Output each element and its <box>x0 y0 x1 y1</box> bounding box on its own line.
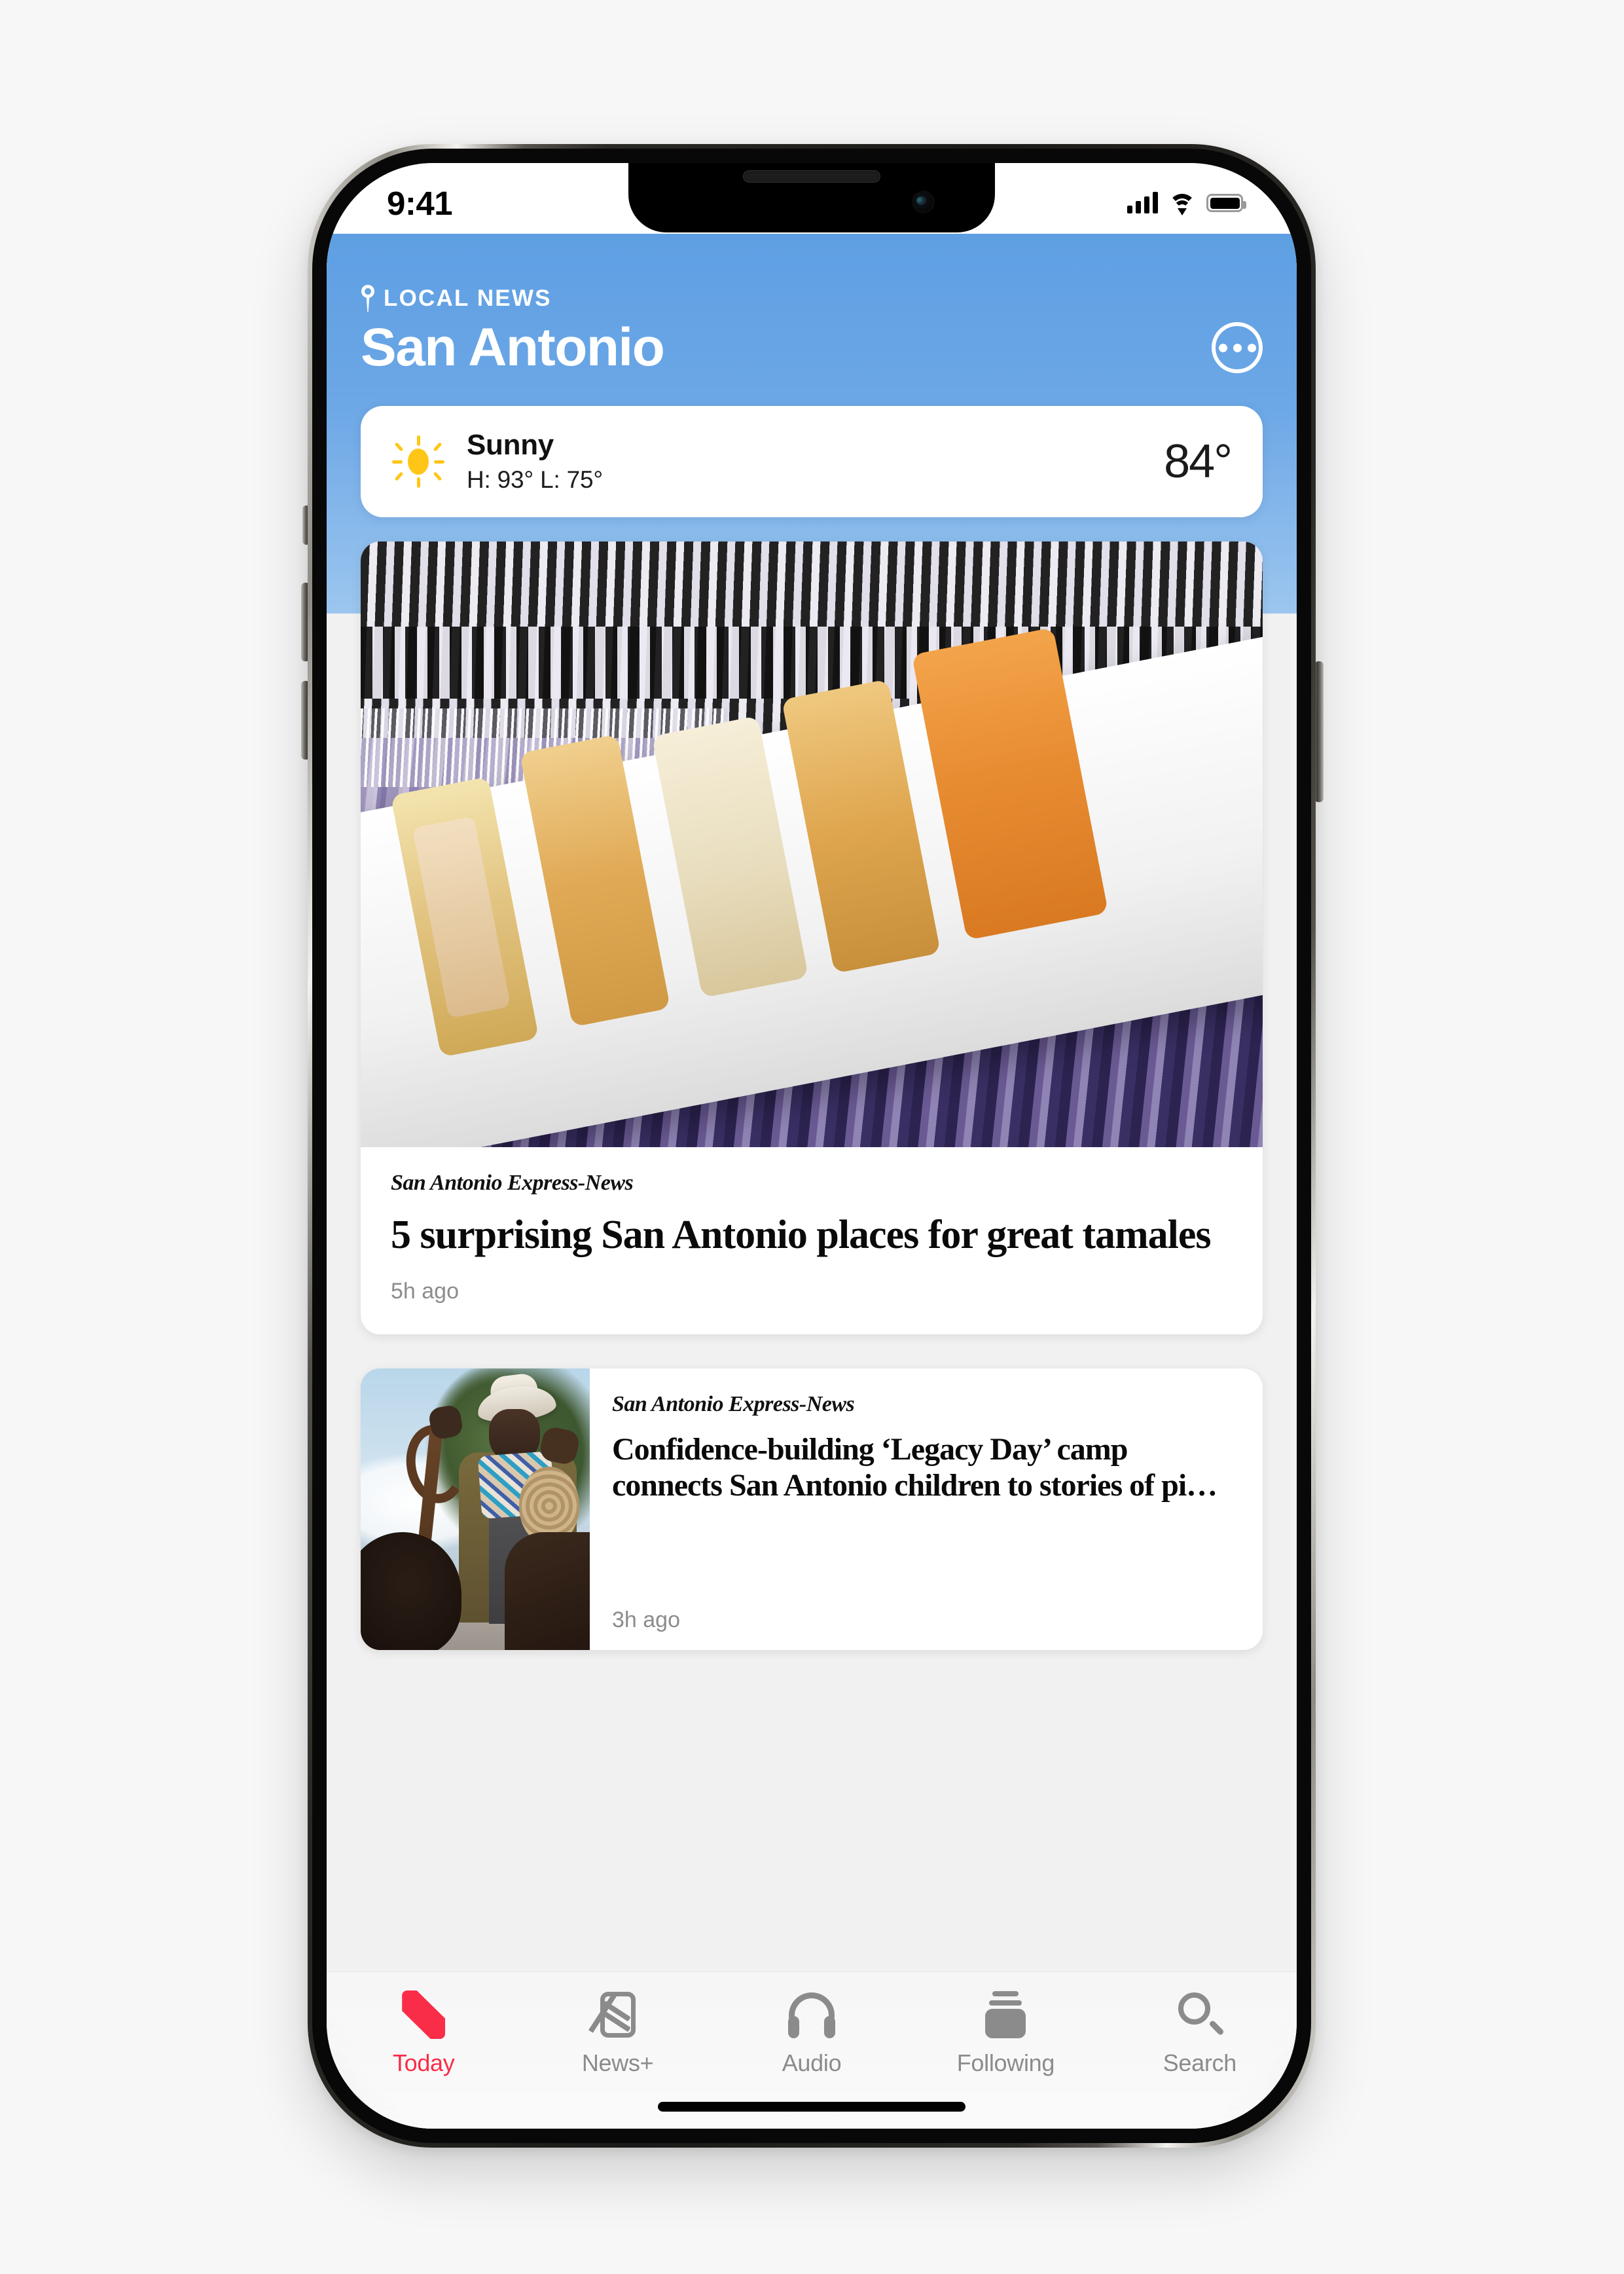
local-news-header: LOCAL NEWS San Antonio <box>327 234 1297 377</box>
kicker-label: LOCAL NEWS <box>384 285 552 311</box>
tab-label: Search <box>1163 2049 1237 2076</box>
sun-icon <box>392 435 444 488</box>
screenshot-canvas: 9:41 LOCAL NEWS San Antonio Sunny H: 93°… <box>0 0 1624 2274</box>
breadcrumb: LOCAL NEWS <box>361 285 1263 312</box>
stacked-cards-icon <box>985 1990 1026 2039</box>
article-source: San Antonio Express-News <box>612 1391 855 1416</box>
article-card-body: San Antonio Express-News Confidence-buil… <box>590 1368 1263 1650</box>
weather-temperature: 84° <box>1164 435 1233 488</box>
article-headline: 5 surprising San Antonio places for grea… <box>391 1213 1212 1257</box>
device-screen: 9:41 LOCAL NEWS San Antonio Sunny H: 93°… <box>327 163 1297 2129</box>
page-title: San Antonio <box>361 318 665 377</box>
tab-today[interactable]: Today <box>327 1990 520 2077</box>
tab-following[interactable]: Following <box>909 1990 1102 2077</box>
tab-audio[interactable]: Audio <box>715 1990 909 2077</box>
article-headline: Confidence-building ‘Legacy Day’ camp co… <box>612 1431 1218 1503</box>
article-card-secondary[interactable]: San Antonio Express-News Confidence-buil… <box>361 1368 1263 1650</box>
article-timestamp: 3h ago <box>612 1607 680 1632</box>
article-card-body: San Antonio Express-News 5 surprising Sa… <box>361 1147 1263 1334</box>
tab-news-plus[interactable]: News+ <box>520 1990 714 2077</box>
tab-label: News+ <box>581 2049 654 2076</box>
signal-bars-icon <box>1127 192 1158 213</box>
tab-search[interactable]: Search <box>1103 1990 1297 2077</box>
power-button[interactable] <box>1314 661 1324 802</box>
notch <box>628 163 995 232</box>
apple-news-logo-icon <box>402 1990 446 2039</box>
article-timestamp: 5h ago <box>391 1278 459 1304</box>
battery-full-icon <box>1206 194 1246 212</box>
headphones-icon <box>787 1990 836 2039</box>
status-indicators <box>1127 192 1246 215</box>
iphone-device-frame: 9:41 LOCAL NEWS San Antonio Sunny H: 93°… <box>308 144 1316 2148</box>
title-row: San Antonio <box>361 318 1263 377</box>
home-indicator[interactable] <box>658 2102 965 2112</box>
legacy-day-photo <box>361 1368 590 1650</box>
tab-label: Following <box>956 2049 1055 2076</box>
apple-news-app: LOCAL NEWS San Antonio Sunny H: 93° L: 7… <box>327 234 1297 2129</box>
weather-condition: Sunny <box>467 429 554 462</box>
weather-high-low: H: 93° L: 75° <box>467 466 604 494</box>
news-plus-icon <box>588 1990 636 2039</box>
tamales-photo <box>361 541 1263 1147</box>
article-source: San Antonio Express-News <box>391 1171 634 1195</box>
tab-label: Audio <box>782 2049 842 2076</box>
article-feed: San Antonio Express-News 5 surprising Sa… <box>327 541 1297 2129</box>
device-bezel: 9:41 LOCAL NEWS San Antonio Sunny H: 93°… <box>312 149 1311 2143</box>
front-camera-icon <box>912 191 935 213</box>
magnifier-icon <box>1178 1990 1225 2039</box>
weather-widget[interactable]: Sunny H: 93° L: 75° 84° <box>361 405 1263 517</box>
wifi-icon <box>1168 193 1196 215</box>
earpiece-speaker-icon <box>743 170 880 183</box>
tab-label: Today <box>392 2049 455 2076</box>
status-time: 9:41 <box>387 184 453 222</box>
ellipsis-circle-icon[interactable] <box>1212 322 1263 374</box>
location-pin-icon <box>361 285 375 312</box>
article-card-hero[interactable]: San Antonio Express-News 5 surprising Sa… <box>361 541 1263 1334</box>
weather-text: Sunny H: 93° L: 75° <box>467 429 1164 494</box>
